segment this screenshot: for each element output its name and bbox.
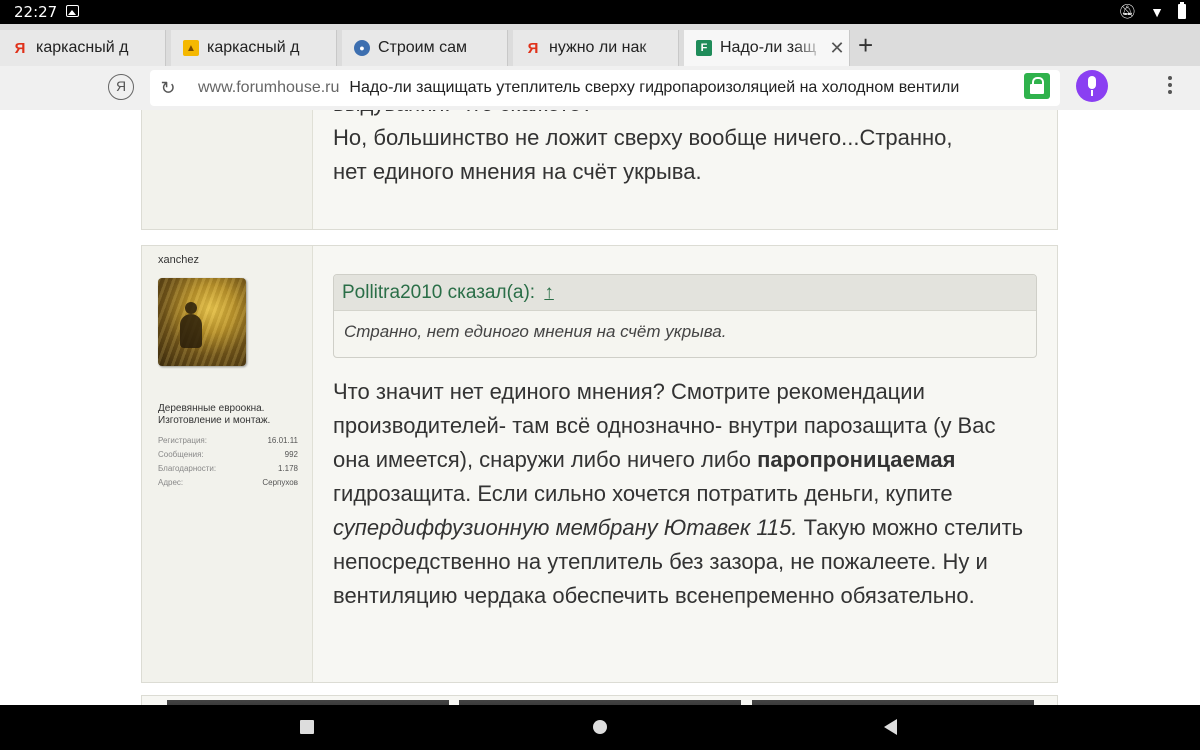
post-text-bold: паропроницаемая	[757, 447, 956, 472]
author-signature: Деревянные евроокна. Изготовление и монт…	[158, 403, 271, 426]
secure-lock-icon[interactable]	[1024, 73, 1050, 99]
stat-row: Адрес: Серпухов	[158, 476, 298, 490]
yandex-icon: Я	[527, 39, 539, 57]
quote-text: Странно, нет единого мнения на счёт укры…	[344, 322, 727, 341]
yandex-button[interactable]: Я	[108, 74, 134, 100]
home-icon[interactable]	[593, 720, 607, 734]
author-avatar[interactable]	[158, 278, 246, 366]
url-page-title: Надо-ли защищать утеплитель сверху гидро…	[349, 79, 960, 96]
post-author-sidebar: xanchez Деревянные евроокна. Изготовлени…	[142, 246, 313, 682]
address-bar-row: Я ↻ www.forumhouse.ru Надо-ли защищать у…	[0, 66, 1200, 110]
stat-value: 992	[284, 450, 298, 459]
build-site-icon: ●	[354, 40, 370, 56]
system-nav-bar	[0, 705, 1200, 750]
stat-value: 16.01.11	[267, 436, 298, 445]
stat-key: Адрес:	[158, 478, 184, 487]
page-content: выдувания. Что скажете? Но, большинство …	[0, 110, 1200, 705]
image-notification-icon	[66, 5, 79, 17]
url-domain: www.forumhouse.ru	[198, 79, 340, 96]
stat-row: Регистрация: 16.01.11	[158, 434, 298, 448]
tab-title: Строим сам	[378, 39, 467, 56]
stat-key: Регистрация:	[158, 436, 207, 445]
author-stats: Регистрация: 16.01.11 Сообщения: 992 Бла…	[158, 434, 298, 490]
tab-title: Надо-ли защ	[720, 39, 817, 56]
tab-title: нужно ли нак	[549, 39, 647, 56]
browser-tab-2[interactable]: ▲ каркасный д	[171, 30, 337, 66]
back-icon[interactable]	[884, 719, 897, 735]
status-icons: 🔕︎ ▼	[1118, 2, 1186, 20]
stat-key: Сообщения:	[158, 450, 204, 459]
status-time: 22:27	[14, 3, 58, 21]
post-author-sidebar	[142, 110, 313, 229]
quote-block: Pollitra2010 сказал(а): ↑ Странно, нет е…	[333, 274, 1037, 358]
browser-tab-3[interactable]: ● Строим сам	[342, 30, 508, 66]
browser-tab-1[interactable]: Я каркасный д	[0, 30, 166, 66]
battery-icon	[1178, 2, 1186, 19]
stat-row: Благодарности: 1.178	[158, 462, 298, 476]
browser-tab-5-active[interactable]: F Надо-ли защ ✕	[684, 30, 850, 66]
mute-icon: 🔕︎	[1118, 3, 1137, 19]
post-text-line: нет единого мнения на счёт укрыва.	[333, 159, 702, 184]
image-icon: ▲	[183, 40, 199, 56]
forumhouse-icon: F	[696, 40, 712, 56]
voice-search-icon[interactable]	[1076, 70, 1108, 102]
post-text-line-cut: выдувания. Что скажете?	[333, 110, 1037, 121]
browser-tab-4[interactable]: Я нужно ли нак	[513, 30, 679, 66]
author-username[interactable]: xanchez	[158, 254, 199, 266]
wifi-icon: ▼	[1150, 3, 1164, 20]
post-body: Что значит нет единого мнения? Смотрите …	[333, 375, 1037, 613]
tab-title: каркасный д	[207, 39, 300, 56]
stat-key: Благодарности:	[158, 464, 217, 473]
forum-post-previous: выдувания. Что скажете? Но, большинство …	[141, 110, 1058, 230]
post-body: выдувания. Что скажете? Но, большинство …	[333, 110, 1037, 189]
attachment-thumbnails	[141, 695, 1058, 705]
omnibox[interactable]: ↻ www.forumhouse.ru Надо-ли защищать уте…	[150, 70, 1060, 106]
tab-strip: Я каркасный д ▲ каркасный д ● Строим сам…	[0, 24, 1200, 66]
post-text-italic: супердиффузионную мембрану Ютавек 115.	[333, 515, 798, 540]
forum-post: xanchez Деревянные евроокна. Изготовлени…	[141, 245, 1058, 683]
tab-close-icon[interactable]: ✕	[825, 38, 849, 59]
menu-dots-icon[interactable]	[1168, 76, 1172, 96]
quote-author: Pollitra2010 сказал(а):	[342, 282, 536, 303]
stat-value: 1.178	[277, 464, 298, 473]
stat-row: Сообщения: 992	[158, 448, 298, 462]
tab-title: каркасный д	[36, 39, 129, 56]
yandex-icon: Я	[14, 39, 26, 57]
new-tab-button[interactable]: +	[858, 30, 873, 61]
stat-value: Серпухов	[262, 478, 298, 487]
status-bar: 22:27 🔕︎ ▼	[0, 0, 1200, 24]
quote-jump-link[interactable]: ↑	[544, 282, 554, 303]
recent-apps-icon[interactable]	[300, 720, 314, 734]
reload-icon[interactable]: ↻	[150, 78, 186, 99]
post-text-line: Но, большинство не ложит сверху вообще н…	[333, 125, 953, 150]
post-text: гидрозащита. Если сильно хочется потрати…	[333, 481, 953, 506]
quote-header: Pollitra2010 сказал(а): ↑	[334, 275, 1036, 311]
